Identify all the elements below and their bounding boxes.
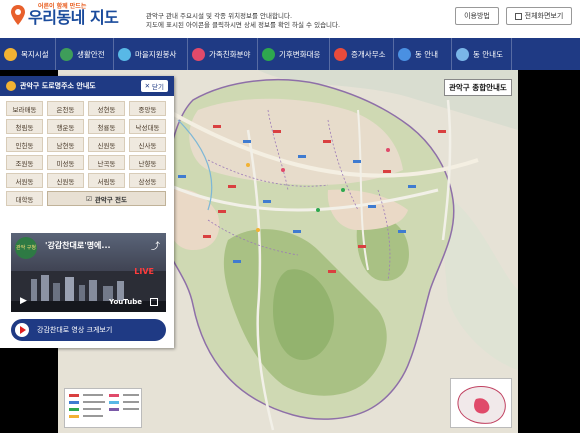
- header-description: 관악구 관내 주요시설 및 각종 위치정보를 안내합니다. 지도에 표시된 아이…: [146, 12, 340, 30]
- map-legend: [64, 388, 142, 428]
- nav-item-label: 동 안내: [415, 49, 439, 59]
- close-icon: ✕: [144, 82, 151, 90]
- nav-item-label: 증개사무소: [351, 49, 386, 59]
- category-icon: [118, 47, 131, 61]
- dong-button[interactable]: 인헌동: [6, 137, 43, 152]
- youtube-video[interactable]: 관악 구청 '강감찬대로'명에... ⤴ LIVE ▶ YouTube: [11, 233, 166, 312]
- watch-video-large-button[interactable]: 강감찬대로 영상 크게보기: [11, 319, 166, 341]
- youtube-logo[interactable]: YouTube: [109, 298, 142, 306]
- category-icon: [4, 47, 17, 61]
- nav-item-label: 복지시설: [21, 49, 49, 59]
- category-icon: [60, 47, 73, 61]
- map-title: 관악구 종합안내도: [444, 79, 512, 96]
- watch-video-label: 강감찬대로 영상 크게보기: [37, 326, 113, 334]
- share-icon[interactable]: ⤴: [151, 239, 160, 252]
- category-icon: [456, 47, 469, 61]
- dong-button[interactable]: 난향동: [129, 155, 166, 170]
- header-desc-line1: 관악구 관내 주요시설 및 각종 위치정보를 안내합니다.: [146, 12, 293, 20]
- address-guide-panel: 관악구 도로명주소 안내도 ✕ 닫기 보라매동 은천동 성현동 중앙동청림동 행운동 청룡…: [0, 76, 174, 348]
- nav-item-0[interactable]: 복지시설: [0, 38, 56, 70]
- logo-title: 우리동네 지도: [28, 8, 119, 27]
- category-icon: [192, 47, 205, 61]
- dong-button[interactable]: 청림동: [6, 119, 43, 134]
- dong-button[interactable]: 서원동: [6, 173, 43, 188]
- category-icon: [334, 47, 347, 61]
- panel-close-label: 닫기: [152, 83, 164, 91]
- dong-button[interactable]: 난곡동: [88, 155, 125, 170]
- dong-button-grid: 보라매동 은천동 성현동 중앙동 청림동 행운동 청룡동 낙성대동 인헌동 남현동 신원동 신사동 조원…: [6, 101, 168, 206]
- live-badge: LIVE: [134, 267, 154, 276]
- nav-item-label: 생활안전: [77, 49, 105, 59]
- category-icon: [262, 47, 275, 61]
- district-all-button[interactable]: ☑ 관악구 전도: [47, 191, 166, 206]
- nav-item-7[interactable]: 동 안내도: [452, 38, 512, 70]
- dong-button[interactable]: 보라매동: [6, 101, 43, 116]
- category-nav: 복지시설 생활안전 마을지원봉사 가족친화분야 기후변화대응 증개사무소 동 안내 동 안내도: [0, 38, 580, 70]
- dong-button[interactable]: 미성동: [47, 155, 84, 170]
- category-icon: [398, 47, 411, 61]
- dong-button[interactable]: 신원동: [88, 137, 125, 152]
- nav-item-label: 동 안내도: [473, 49, 503, 59]
- nav-item-3[interactable]: 가족친화분야: [188, 38, 258, 70]
- dong-button[interactable]: 행운동: [47, 119, 84, 134]
- logo[interactable]: 어른이 함께 만드는 우리동네 지도: [10, 4, 119, 27]
- district-all-label: 관악구 전도: [94, 195, 127, 204]
- fullscreen-video-icon[interactable]: [150, 298, 158, 306]
- dong-button[interactable]: 서림동: [88, 173, 125, 188]
- compass-icon: [6, 81, 16, 91]
- panel-title: 관악구 도로명주소 안내도: [20, 82, 96, 90]
- map-pin-icon: [10, 4, 26, 26]
- fullscreen-icon: [514, 12, 522, 20]
- usage-guide-button[interactable]: 이용방법: [455, 7, 499, 25]
- channel-avatar[interactable]: 관악 구청: [15, 237, 37, 259]
- map-inset: [450, 378, 512, 428]
- nav-item-label: 기후변화대응: [279, 49, 321, 59]
- dong-button[interactable]: 청룡동: [88, 119, 125, 134]
- fullscreen-label: 전체화면보기: [524, 12, 564, 20]
- dong-button[interactable]: 중앙동: [129, 101, 166, 116]
- nav-item-label: 가족친화분야: [209, 49, 251, 59]
- dong-button[interactable]: 낙성대동: [129, 119, 166, 134]
- panel-close-button[interactable]: ✕ 닫기: [140, 80, 168, 92]
- fullscreen-button[interactable]: 전체화면보기: [506, 7, 572, 25]
- header: 어른이 함께 만드는 우리동네 지도 관악구 관내 주요시설 및 각종 위치정보…: [0, 0, 580, 38]
- nav-item-label: 마을지원봉사: [135, 49, 177, 59]
- nav-item-5[interactable]: 증개사무소: [330, 38, 394, 70]
- header-desc-line2: 지도에 표시된 아이콘을 클릭하시면 상세 정보를 확인 하실 수 있습니다.: [146, 21, 341, 29]
- play-icon[interactable]: ▶: [20, 296, 27, 306]
- dong-button[interactable]: 남현동: [47, 137, 84, 152]
- dong-button[interactable]: 신사동: [129, 137, 166, 152]
- play-circle-icon: [15, 323, 29, 337]
- checkbox-icon: ☑: [86, 194, 92, 203]
- dong-button[interactable]: 조원동: [6, 155, 43, 170]
- dong-button[interactable]: 성현동: [88, 101, 125, 116]
- nav-item-4[interactable]: 기후변화대응: [258, 38, 330, 70]
- dong-button[interactable]: 은천동: [47, 101, 84, 116]
- dong-button[interactable]: 대학동: [6, 191, 43, 206]
- dong-button[interactable]: 삼성동: [129, 173, 166, 188]
- nav-item-2[interactable]: 마을지원봉사: [114, 38, 188, 70]
- video-title[interactable]: '강감찬대로'명에...: [45, 240, 111, 251]
- app-root: 어른이 함께 만드는 우리동네 지도 관악구 관내 주요시설 및 각종 위치정보…: [0, 0, 580, 433]
- dong-button[interactable]: 신원동: [47, 173, 84, 188]
- nav-item-1[interactable]: 생활안전: [56, 38, 114, 70]
- nav-item-6[interactable]: 동 안내: [394, 38, 452, 70]
